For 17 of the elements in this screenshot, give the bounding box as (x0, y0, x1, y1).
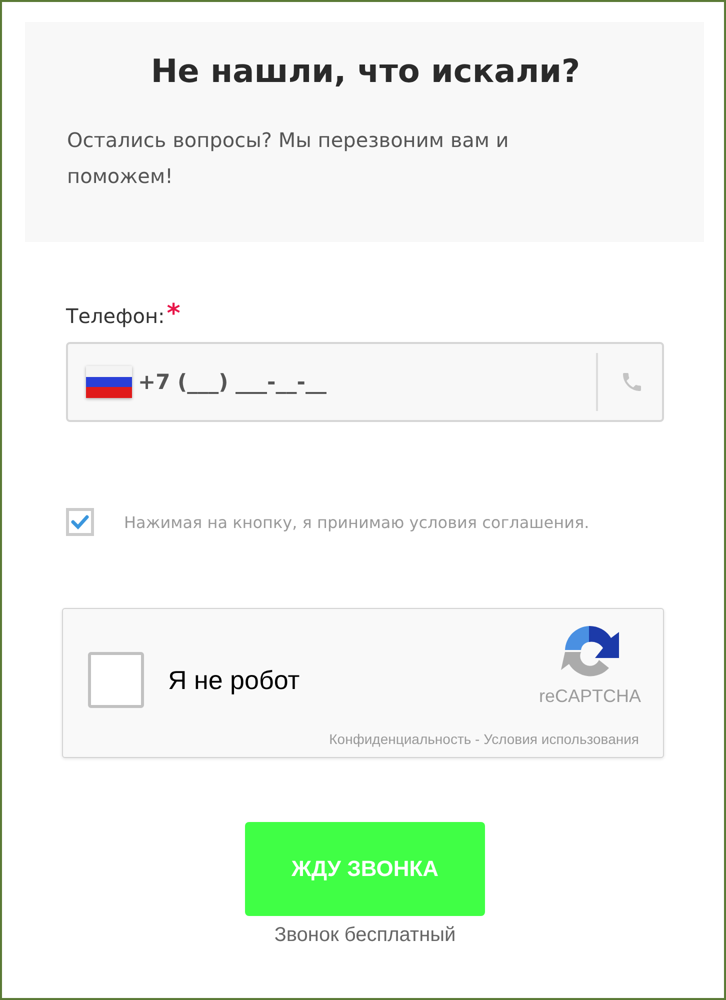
button-note: Звонок бесплатный (274, 924, 456, 947)
phone-input[interactable]: +7 (___) ___-__-__ (138, 370, 596, 394)
subtitle: Остались вопросы? Мы перезвоним вам и поможем! (67, 127, 510, 190)
recaptcha-brand: reCAPTCHA (538, 686, 641, 706)
checkmark-icon (70, 513, 90, 531)
terms-link[interactable]: Условия использования (484, 731, 639, 747)
flag-icon (86, 366, 132, 398)
phone-icon[interactable] (620, 370, 644, 394)
privacy-link[interactable]: Конфиденциальность (329, 731, 472, 747)
captcha-checkbox[interactable] (88, 652, 144, 708)
link-separator: - (474, 731, 481, 747)
field-label: Телефон: (66, 304, 165, 328)
heading: Не нашли, что искали? (150, 52, 582, 90)
agreement-checkbox[interactable] (66, 508, 94, 536)
captcha-label: Я не робот (168, 664, 301, 696)
required-mark: * (166, 304, 180, 324)
agreement-text: Нажимая на кнопку, я принимаю условия соглашения. (124, 512, 590, 532)
